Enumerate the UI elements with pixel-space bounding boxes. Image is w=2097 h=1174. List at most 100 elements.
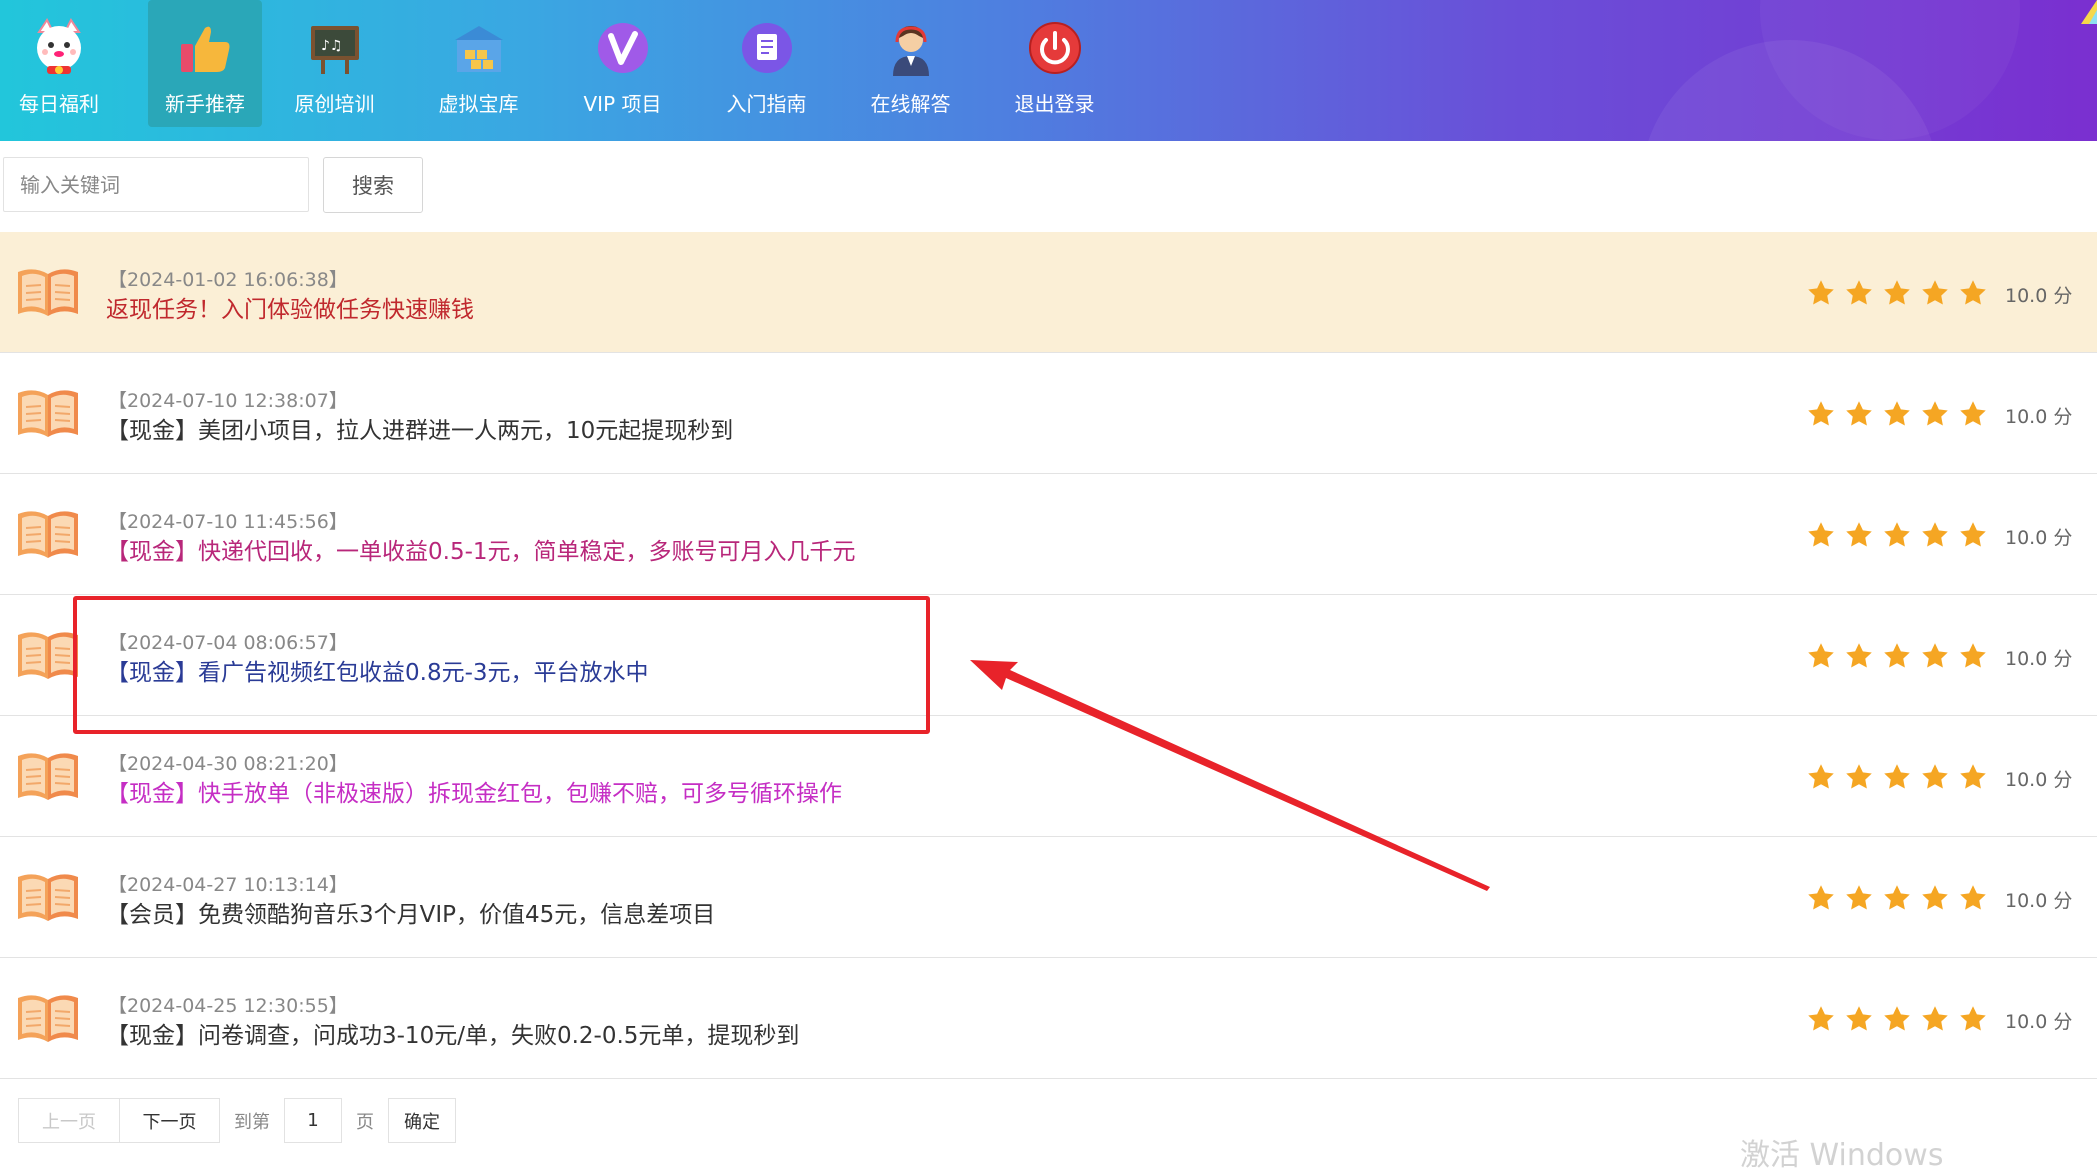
rating-stars [1806,641,1996,671]
item-date: 【2024-07-10 12:38:07】 [108,390,348,412]
list-item[interactable]: 【2024-01-02 16:06:38】 返现任务！入门体验做任务快速赚钱 10.… [0,232,2097,353]
star-icon [1958,762,1988,792]
star-icon [1844,399,1874,429]
search-input[interactable] [3,157,309,212]
book-icon [16,387,80,439]
prev-page-button[interactable]: 上一页 [18,1098,120,1143]
star-icon [1806,762,1836,792]
annotation-highlight-box [73,596,930,734]
pagination: 上一页 下一页 到第 页 确定 [18,1098,456,1143]
item-title-link[interactable]: 【现金】问卷调查，问成功3-10元/单，失败0.2-0.5元单，提现秒到 [106,1016,799,1050]
star-icon [1958,1004,1988,1034]
star-icon [1882,762,1912,792]
star-icon [1882,520,1912,550]
star-icon [1806,278,1836,308]
list-item[interactable]: 【2024-04-25 12:30:55】 【现金】问卷调查，问成功3-10元/单… [0,958,2097,1079]
nav-item-original-training[interactable]: ♪♫ 原创培训 [263,0,406,127]
item-score: 10.0 分 [2005,648,2073,670]
star-icon [1958,520,1988,550]
item-score: 10.0 分 [2005,890,2073,912]
book-icon [16,992,80,1044]
next-page-button[interactable]: 下一页 [120,1098,220,1143]
item-score: 10.0 分 [2005,285,2073,307]
star-icon [1882,883,1912,913]
power-icon [1023,16,1087,80]
warehouse-icon [447,16,511,80]
nav-label: 在线解答 [870,92,951,116]
nav-item-daily-benefits[interactable]: 每日福利 [0,0,118,127]
item-date: 【2024-01-02 16:06:38】 [108,269,348,291]
lucky-cat-icon [27,16,91,80]
star-icon [1806,520,1836,550]
book-icon [16,266,80,318]
star-icon [1844,278,1874,308]
nav-item-beginner-recommend[interactable]: 新手推荐 [148,0,262,127]
star-icon [1844,520,1874,550]
star-icon [1920,520,1950,550]
nav-item-getting-started[interactable]: 入门指南 [695,0,838,127]
star-icon [1844,1004,1874,1034]
star-icon [1844,883,1874,913]
nav-label: 新手推荐 [165,92,245,116]
item-score: 10.0 分 [2005,1011,2073,1033]
list-item[interactable]: 【2024-07-10 12:38:07】 【现金】美团小项目，拉人进群进一人两元… [0,353,2097,474]
star-icon [1958,641,1988,671]
rating-stars [1806,883,1996,913]
item-date: 【2024-07-10 11:45:56】 [108,511,348,533]
item-title-link[interactable]: 【现金】快递代回收，一单收益0.5-1元，简单稳定，多账号可月入几千元 [106,532,856,566]
rating-stars [1806,520,1996,550]
nav-item-logout[interactable]: 退出登录 [983,0,1126,127]
item-title-link[interactable]: 返现任务！入门体验做任务快速赚钱 [106,290,474,324]
blackboard-icon: ♪♫ [303,16,367,80]
item-title-link[interactable]: 【现金】美团小项目，拉人进群进一人两元，10元起提现秒到 [106,411,733,445]
list-item[interactable]: 【2024-07-10 11:45:56】 【现金】快递代回收，一单收益0.5-1… [0,474,2097,595]
star-icon [1920,1004,1950,1034]
book-icon [16,750,80,802]
support-agent-icon [879,16,943,80]
star-icon [1882,399,1912,429]
item-title-link[interactable]: 【现金】快手放单（非极速版）拆现金红包，包赚不赔，可多号循环操作 [106,774,842,808]
nav-label: 退出登录 [1014,92,1095,116]
rating-stars [1806,278,1996,308]
star-icon [1958,278,1988,308]
item-score: 10.0 分 [2005,527,2073,549]
nav-item-online-answers[interactable]: 在线解答 [839,0,982,127]
svg-text:♪♫: ♪♫ [321,38,343,54]
nav-label: 虚拟宝库 [438,92,519,116]
nav-label: 原创培训 [294,92,375,116]
book-icon [16,508,80,560]
page-number-input[interactable] [284,1098,342,1143]
star-icon [1920,399,1950,429]
star-icon [1844,641,1874,671]
star-icon [1920,883,1950,913]
nav-label: 每日福利 [19,92,99,116]
nav-label: 入门指南 [726,92,807,116]
rating-stars [1806,399,1996,429]
star-icon [1920,278,1950,308]
star-icon [1958,883,1988,913]
star-icon [1882,641,1912,671]
star-icon [1844,762,1874,792]
item-date: 【2024-04-25 12:30:55】 [108,995,348,1017]
book-icon [16,871,80,923]
rating-stars [1806,1004,1996,1034]
corner-logo-icon [2081,0,2097,24]
top-navigation-bar: 每日福利 新手推荐 ♪♫ 原创培训 虚拟宝库 VIP 项目 入门指南 在线解答 … [0,0,2097,141]
nav-item-vip-projects[interactable]: VIP 项目 [551,0,694,127]
rating-stars [1806,762,1996,792]
annotation-arrow [970,660,1490,891]
star-icon [1920,641,1950,671]
item-title-link[interactable]: 【会员】免费领酷狗音乐3个月VIP，价值45元，信息差项目 [106,895,715,929]
thumbs-up-icon [173,16,237,80]
search-button[interactable]: 搜索 [323,157,423,213]
star-icon [1806,1004,1836,1034]
nav-label: VIP 项目 [583,92,662,116]
confirm-page-button[interactable]: 确定 [388,1098,456,1143]
item-score: 10.0 分 [2005,406,2073,428]
item-score: 10.0 分 [2005,769,2073,791]
item-date: 【2024-04-30 08:21:20】 [108,753,348,775]
nav-item-virtual-treasury[interactable]: 虚拟宝库 [407,0,550,127]
star-icon [1920,762,1950,792]
windows-activation-watermark: 激活 Windows [1740,1138,1944,1173]
star-icon [1882,1004,1912,1034]
